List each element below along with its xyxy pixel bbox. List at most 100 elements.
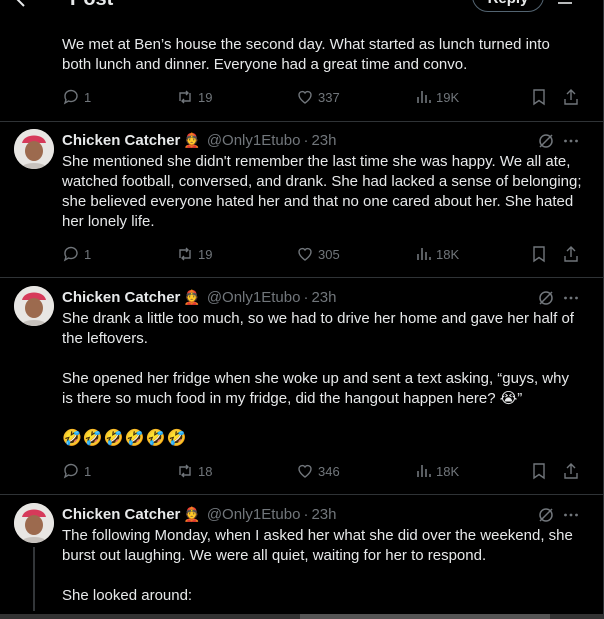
like-action[interactable]: 305 xyxy=(296,244,340,264)
author-emoji: 👲 xyxy=(183,131,201,148)
tweet-paragraph: She mentioned she didn't remember the la… xyxy=(62,153,582,230)
reply-count: 1 xyxy=(84,246,92,262)
tweet-paragraph: She looked around: xyxy=(62,587,193,604)
avatar[interactable] xyxy=(14,503,54,543)
like-count: 346 xyxy=(318,463,340,479)
divider xyxy=(0,121,603,122)
heart-icon xyxy=(298,247,312,261)
grok-icon[interactable] xyxy=(537,506,555,524)
views-count: 19K xyxy=(436,89,460,105)
views-action[interactable]: 18K xyxy=(414,244,459,264)
reply-icon xyxy=(63,246,78,262)
bookmark-icon xyxy=(533,89,545,106)
reply-action[interactable]: 1 xyxy=(62,87,91,107)
like-action[interactable]: 346 xyxy=(296,461,340,481)
views-icon xyxy=(417,465,431,477)
separator-dot: · xyxy=(303,288,309,306)
emoji-row: 🤣🤣🤣🤣🤣🤣 xyxy=(62,430,188,447)
page-title: Post xyxy=(70,0,113,11)
author-handle[interactable]: @Only1Etubo xyxy=(207,506,301,523)
avatar[interactable] xyxy=(14,286,54,326)
repost-icon xyxy=(179,247,191,261)
more-icon[interactable] xyxy=(562,132,580,150)
tweet-text: She mentioned she didn't remember the la… xyxy=(62,152,582,232)
reply-button[interactable]: Reply xyxy=(472,0,544,12)
views-count: 18K xyxy=(436,246,460,262)
share-action[interactable] xyxy=(562,461,584,481)
more-icon[interactable] xyxy=(562,289,580,307)
views-action[interactable]: 18K xyxy=(414,461,459,481)
tweet-header: Chicken Catcher 👲 @Only1Etubo · 23h xyxy=(62,130,336,150)
reply-icon xyxy=(63,463,78,479)
author-name[interactable]: Chicken Catcher xyxy=(62,132,180,149)
divider xyxy=(0,277,603,278)
tweet-paragraph: She opened her fridge when she woke up a… xyxy=(62,370,569,407)
repost-count: 19 xyxy=(198,246,213,262)
share-icon xyxy=(564,463,578,479)
bookmark-icon xyxy=(533,246,545,263)
separator-dot: · xyxy=(303,505,309,523)
reply-icon xyxy=(63,89,78,105)
top-bar: Post Reply xyxy=(0,0,604,14)
scrollbar-thumb[interactable] xyxy=(300,614,550,619)
tweet-actions: 1 19 337 19K xyxy=(62,87,582,107)
views-action[interactable]: 19K xyxy=(414,87,459,107)
share-icon xyxy=(564,246,578,262)
author-name[interactable]: Chicken Catcher xyxy=(62,289,180,306)
repost-icon xyxy=(179,90,191,104)
views-icon xyxy=(417,91,431,103)
like-count: 305 xyxy=(318,246,340,262)
author-handle[interactable]: @Only1Etubo xyxy=(207,132,301,149)
author-name[interactable]: Chicken Catcher xyxy=(62,506,180,523)
more-icon[interactable] xyxy=(562,506,580,524)
reply-action[interactable]: 1 xyxy=(62,244,91,264)
tweet-text: We met at Ben’s house the second day. Wh… xyxy=(62,35,582,75)
views-icon xyxy=(417,248,431,260)
tweet-header: Chicken Catcher 👲 @Only1Etubo · 23h xyxy=(62,287,336,307)
tweet-paragraph: The following Monday, when I asked her w… xyxy=(62,527,573,564)
tweet-text: She drank a little too much, so we had t… xyxy=(62,309,582,449)
settings-icon[interactable] xyxy=(556,0,574,10)
repost-count: 18 xyxy=(198,463,213,479)
reply-count: 1 xyxy=(84,463,92,479)
bookmark-action[interactable] xyxy=(530,244,552,264)
reply-count: 1 xyxy=(84,89,92,105)
timestamp[interactable]: 23h xyxy=(311,132,336,149)
share-action[interactable] xyxy=(562,87,584,107)
thread-line xyxy=(33,547,35,611)
author-handle[interactable]: @Only1Etubo xyxy=(207,289,301,306)
author-emoji: 👲 xyxy=(183,505,201,522)
tweet-paragraph: We met at Ben’s house the second day. Wh… xyxy=(62,36,550,73)
grok-icon[interactable] xyxy=(537,132,555,150)
author-emoji: 👲 xyxy=(183,288,201,305)
tweet-text: The following Monday, when I asked her w… xyxy=(62,526,582,606)
bookmark-icon xyxy=(533,463,545,480)
back-arrow-icon[interactable] xyxy=(12,0,32,10)
heart-icon xyxy=(298,464,312,478)
timestamp[interactable]: 23h xyxy=(311,506,336,523)
tweet-header: Chicken Catcher 👲 @Only1Etubo · 23h xyxy=(62,504,336,524)
tweet-paragraph: She drank a little too much, so we had t… xyxy=(62,310,574,347)
repost-icon xyxy=(179,464,191,478)
grok-icon[interactable] xyxy=(537,289,555,307)
timestamp[interactable]: 23h xyxy=(311,289,336,306)
tweet-actions: 1 19 305 18K xyxy=(62,244,582,264)
bookmark-action[interactable] xyxy=(530,87,552,107)
repost-action[interactable]: 18 xyxy=(176,461,212,481)
repost-action[interactable]: 19 xyxy=(176,244,212,264)
tweet-actions: 1 18 346 18K xyxy=(62,461,582,481)
like-action[interactable]: 337 xyxy=(296,87,340,107)
heart-icon xyxy=(298,90,312,104)
reply-action[interactable]: 1 xyxy=(62,461,91,481)
share-icon xyxy=(564,89,578,105)
avatar[interactable] xyxy=(14,129,54,169)
share-action[interactable] xyxy=(562,244,584,264)
horizontal-scrollbar[interactable] xyxy=(0,614,603,619)
divider xyxy=(0,494,603,495)
views-count: 18K xyxy=(436,463,460,479)
repost-action[interactable]: 19 xyxy=(176,87,212,107)
repost-count: 19 xyxy=(198,89,213,105)
bookmark-action[interactable] xyxy=(530,461,552,481)
like-count: 337 xyxy=(318,89,340,105)
separator-dot: · xyxy=(303,131,309,149)
